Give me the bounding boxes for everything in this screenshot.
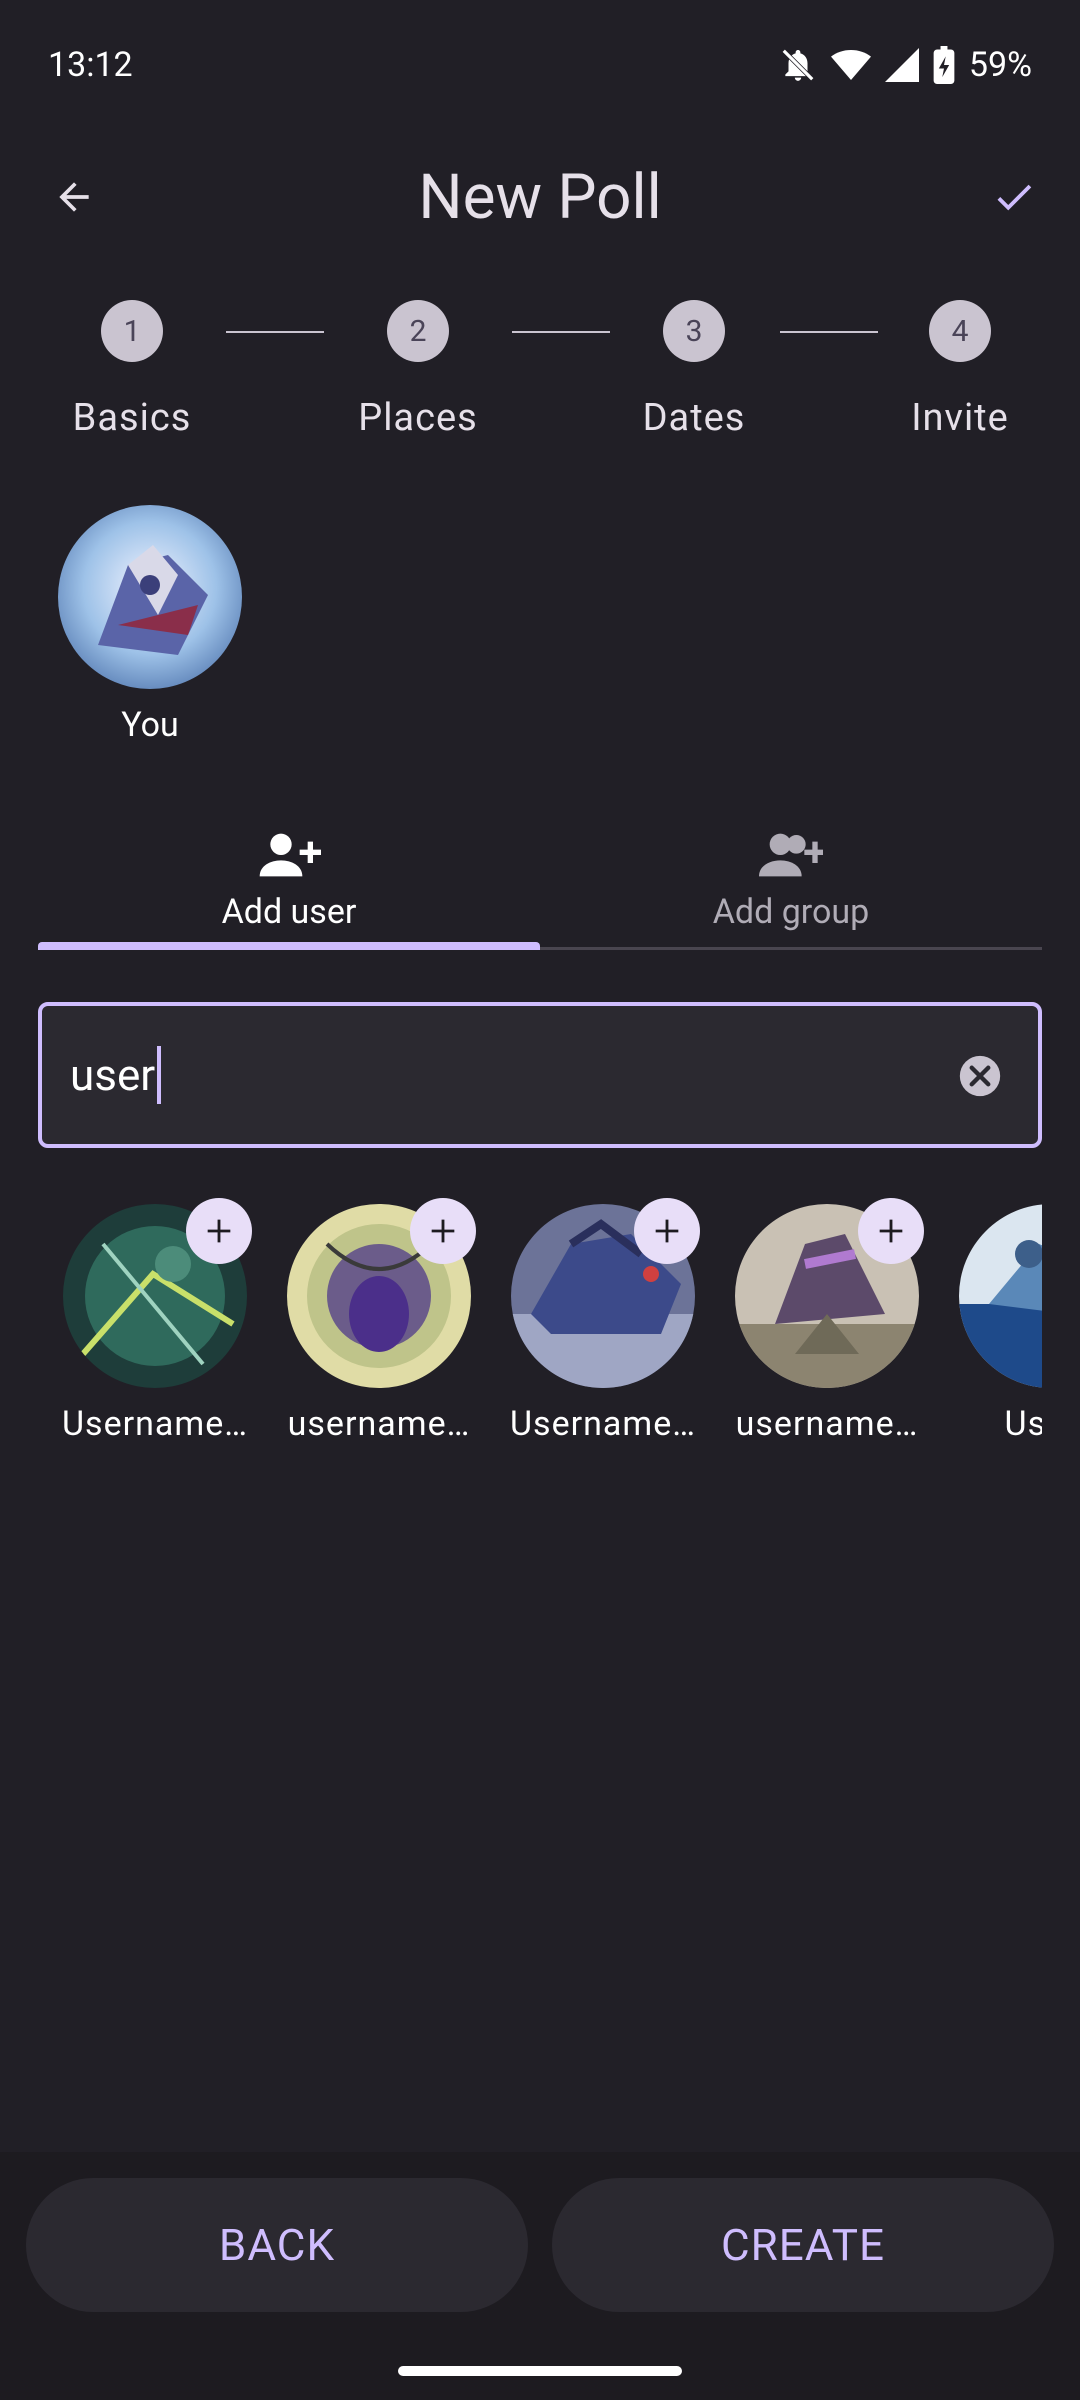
step-number: 3: [663, 300, 725, 362]
result-username: Username…: [61, 1404, 248, 1444]
status-bar: 13:12 59%: [0, 0, 1080, 130]
home-indicator[interactable]: [398, 2366, 682, 2376]
list-item[interactable]: Username…: [50, 1198, 260, 1444]
status-time: 13:12: [48, 45, 133, 85]
search-input-value: user: [70, 1049, 156, 1101]
add-user-button[interactable]: [186, 1198, 252, 1264]
plus-icon: [655, 1219, 679, 1243]
step-invite[interactable]: 4 Invite: [860, 300, 1060, 440]
group-add-icon: [759, 833, 823, 877]
battery-charging-icon: [933, 46, 955, 84]
user-results: Username… username… Username… username…: [50, 1198, 1042, 1458]
result-username: Usern: [1004, 1404, 1042, 1444]
add-user-button[interactable]: [634, 1198, 700, 1264]
current-user-label: You: [121, 705, 179, 745]
list-item[interactable]: username…: [722, 1198, 932, 1444]
stepper: 1 Basics 2 Places 3 Dates 4 Invite: [0, 290, 1080, 450]
app-bar: New Poll: [0, 130, 1080, 264]
result-username: username…: [287, 1404, 471, 1444]
result-username: Username…: [509, 1404, 696, 1444]
tab-add-group[interactable]: Add group: [540, 820, 1042, 946]
step-label: Basics: [72, 396, 192, 440]
current-user: You: [58, 505, 242, 745]
list-item[interactable]: username…: [274, 1198, 484, 1444]
invite-content: You Add user Add group user Username… us…: [0, 450, 1080, 2150]
step-dates[interactable]: 3 Dates: [594, 300, 794, 440]
add-user-button[interactable]: [858, 1198, 924, 1264]
step-label: Invite: [911, 396, 1009, 440]
back-button[interactable]: BACK: [26, 2178, 528, 2312]
status-icons: 59%: [779, 45, 1032, 85]
tab-bar: Add user Add group: [38, 820, 1042, 950]
step-number: 2: [387, 300, 449, 362]
page-title: New Poll: [418, 160, 662, 234]
step-label: Places: [358, 396, 478, 440]
mute-icon: [779, 46, 817, 84]
back-arrow-button[interactable]: [36, 163, 112, 231]
step-places[interactable]: 2 Places: [318, 300, 518, 440]
person-add-icon: [259, 833, 321, 877]
plus-icon: [879, 1219, 903, 1243]
text-caret: [157, 1046, 162, 1104]
wifi-icon: [830, 47, 871, 83]
check-icon: [997, 184, 1032, 211]
step-number: 1: [101, 300, 163, 362]
avatar: [959, 1204, 1042, 1388]
plus-icon: [207, 1219, 231, 1243]
step-label: Dates: [642, 396, 746, 440]
tab-label: Add user: [221, 892, 357, 932]
search-input[interactable]: user: [38, 1002, 1042, 1148]
list-item[interactable]: Username…: [498, 1198, 708, 1444]
result-username: username…: [735, 1404, 919, 1444]
create-button[interactable]: CREATE: [552, 2178, 1054, 2312]
plus-icon: [431, 1219, 455, 1243]
bottom-action-bar: BACK CREATE: [0, 2152, 1080, 2400]
step-connector: [226, 331, 324, 333]
add-user-button[interactable]: [410, 1198, 476, 1264]
tab-label: Add group: [712, 892, 870, 932]
tab-add-user[interactable]: Add user: [38, 820, 540, 946]
avatar: [58, 505, 242, 689]
list-item[interactable]: Usern: [946, 1198, 1042, 1444]
battery-percent: 59%: [968, 45, 1032, 85]
signal-icon: [884, 48, 919, 82]
step-number: 4: [929, 300, 991, 362]
confirm-button[interactable]: [974, 163, 1054, 231]
clear-icon[interactable]: [958, 1054, 1002, 1098]
step-basics[interactable]: 1 Basics: [32, 300, 232, 440]
arrow-back-icon: [59, 182, 89, 212]
tab-indicator: [38, 942, 540, 950]
